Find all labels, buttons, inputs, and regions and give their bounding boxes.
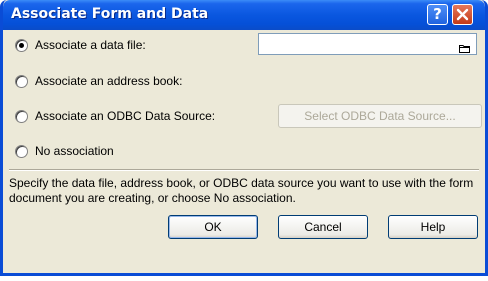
option-address-book[interactable]: Associate an address book:: [15, 73, 182, 89]
help-glyph: ?: [433, 5, 442, 23]
radio-data-file[interactable]: [15, 38, 28, 52]
folder-icon[interactable]: [459, 40, 470, 58]
data-file-field[interactable]: [258, 33, 477, 55]
description-text: Specify the data file, address book, or …: [9, 176, 474, 205]
radio-no-association[interactable]: [15, 144, 28, 158]
close-x-glyph: [456, 8, 469, 21]
ok-button[interactable]: OK: [168, 215, 258, 239]
dialog-content: Associate a data file: Associate an addr…: [3, 30, 485, 273]
option-no-association[interactable]: No association: [15, 143, 114, 159]
help-button[interactable]: Help: [388, 215, 478, 239]
cancel-button[interactable]: Cancel: [278, 215, 368, 239]
option-label: Associate a data file:: [35, 38, 146, 52]
title-bar[interactable]: Associate Form and Data ?: [3, 0, 485, 30]
select-odbc-button[interactable]: Select ODBC Data Source...: [278, 104, 482, 128]
option-label: No association: [35, 144, 114, 158]
dialog-title: Associate Form and Data: [11, 6, 209, 22]
option-data-file[interactable]: Associate a data file:: [15, 37, 146, 53]
help-icon[interactable]: ?: [427, 4, 448, 25]
associate-form-dialog: Associate Form and Data ? Associate a da…: [0, 0, 488, 276]
radio-odbc[interactable]: [15, 109, 28, 123]
option-label: Associate an ODBC Data Source:: [35, 109, 216, 123]
option-label: Associate an address book:: [35, 74, 183, 88]
option-odbc[interactable]: Associate an ODBC Data Source:: [15, 108, 215, 124]
divider: [9, 169, 479, 171]
close-icon[interactable]: [452, 4, 473, 25]
radio-address-book[interactable]: [15, 74, 28, 88]
